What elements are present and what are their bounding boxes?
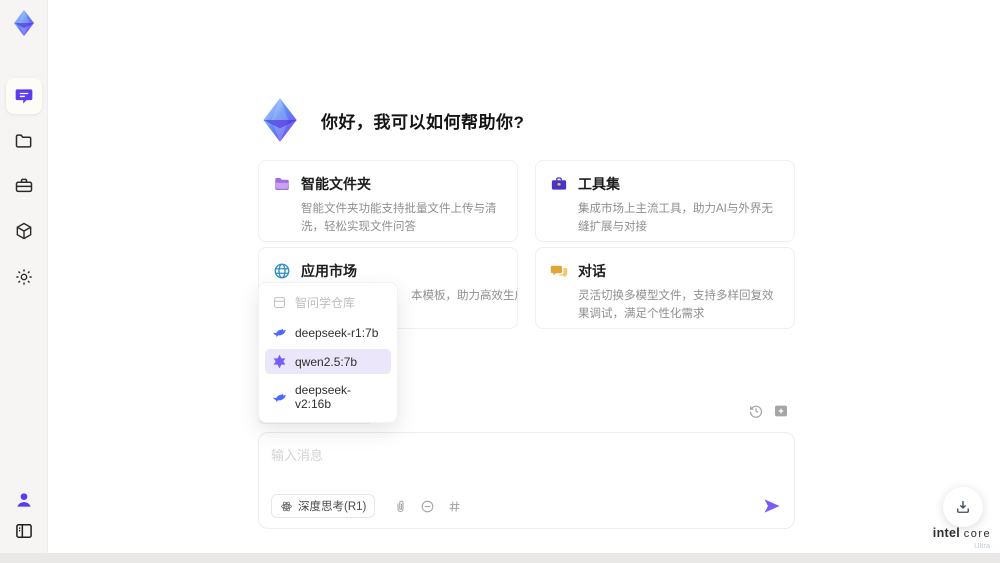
- attach-button[interactable]: [393, 499, 408, 514]
- send-icon: [764, 499, 780, 513]
- sidebar-item-chat[interactable]: [6, 78, 42, 114]
- user-icon: [17, 493, 31, 507]
- card-title: 对话: [578, 263, 606, 279]
- app-window: 你好，我可以如何帮助你? 智能文件夹 智能文件夹功能支持批量文件上传与清洗，轻松…: [0, 0, 1000, 563]
- greeting: 你好，我可以如何帮助你?: [255, 95, 524, 145]
- circle-dash-icon: [422, 500, 434, 512]
- new-window-button[interactable]: [773, 403, 789, 419]
- chat-actions: [748, 403, 789, 419]
- hash-grid-icon: [449, 500, 460, 512]
- card-desc: 集成市场上主流工具，助力AI与外界无缝扩展与对接: [578, 203, 773, 233]
- model-dropdown-header: 智问学仓库: [265, 289, 391, 316]
- sidebar-item-settings[interactable]: [6, 259, 42, 295]
- sidebar-item-folders[interactable]: [6, 123, 42, 159]
- download-icon: [957, 501, 969, 513]
- model-option-label: deepseek-r1:7b: [295, 325, 379, 340]
- briefcase-icon: [15, 178, 33, 193]
- panel-layout-icon: [16, 524, 32, 538]
- message-composer: 深度思考(R1): [258, 432, 795, 529]
- card-conversation[interactable]: 对话 灵活切换多模型文件，支持多样回复效果调试，满足个性化需求: [535, 247, 795, 329]
- folder-purple-icon: [275, 178, 289, 190]
- composer-toolbar: 深度思考(R1): [271, 494, 782, 518]
- greeting-title: 你好，我可以如何帮助你?: [321, 112, 525, 132]
- sidebar-item-toolbox[interactable]: [6, 168, 42, 204]
- history-button[interactable]: [748, 403, 764, 419]
- card-desc: 智能文件夹功能支持批量文件上传与清洗，轻松实现文件问答: [301, 203, 497, 233]
- toolbox-indigo-icon: [551, 177, 567, 190]
- card-smart-folder[interactable]: 智能文件夹 智能文件夹功能支持批量文件上传与清洗，轻松实现文件问答: [258, 160, 518, 242]
- intel-wordmark: intel: [932, 526, 960, 540]
- app-logo-icon: [14, 9, 34, 37]
- history-icon: [749, 405, 763, 418]
- bottom-bar: [0, 553, 1000, 563]
- mention-button[interactable]: [420, 499, 435, 514]
- sidebar: [0, 0, 48, 563]
- intel-core-badge: intel core Ultra: [926, 526, 998, 550]
- assistant-logo-icon: [263, 98, 297, 142]
- paperclip-icon: [397, 500, 404, 512]
- model-option-deepseek-v2[interactable]: deepseek-v2:16b: [265, 378, 391, 416]
- deepseek-icon: [273, 328, 286, 338]
- card-desc: 灵活切换多模型文件，支持多样回复效果调试，满足个性化需求: [578, 290, 774, 320]
- deep-think-toggle[interactable]: 深度思考(R1): [271, 494, 376, 518]
- square-plus-icon: [775, 405, 787, 417]
- card-title: 工具集: [578, 176, 620, 192]
- gear-icon: [16, 269, 32, 285]
- apps-grid-button[interactable]: [447, 499, 462, 514]
- core-wordmark: core: [963, 528, 992, 540]
- deep-think-label: 深度思考(R1): [298, 501, 367, 513]
- send-button[interactable]: [762, 496, 782, 516]
- card-title: 应用市场: [301, 263, 357, 279]
- model-dropdown: 智问学仓库 deepseek-r1:7b qwen2.5:7b deepseek…: [258, 282, 398, 423]
- model-option-qwen[interactable]: qwen2.5:7b: [265, 349, 391, 374]
- sidebar-item-models[interactable]: [6, 213, 42, 249]
- folder-icon: [15, 134, 32, 148]
- deepseek-icon: [273, 393, 286, 402]
- globe-icon: [274, 263, 290, 279]
- intel-tier-label: Ultra: [974, 541, 990, 550]
- model-option-label: qwen2.5:7b: [295, 354, 358, 369]
- cube-icon: [16, 222, 32, 240]
- chat-gold-icon: [550, 265, 568, 278]
- chat-bubble-icon: [15, 89, 33, 104]
- card-toolset[interactable]: 工具集 集成市场上主流工具，助力AI与外界无缝扩展与对接: [535, 160, 795, 242]
- model-dropdown-header-label: 智问学仓库: [295, 296, 356, 310]
- model-option-label: deepseek-v2:16b: [295, 383, 352, 411]
- model-option-deepseek-r1[interactable]: deepseek-r1:7b: [265, 320, 391, 345]
- card-title: 智能文件夹: [301, 176, 371, 192]
- qwen-icon: [273, 354, 286, 369]
- sidebar-collapse-button[interactable]: [6, 513, 42, 549]
- message-input[interactable]: [271, 445, 782, 485]
- download-button[interactable]: [943, 487, 983, 527]
- atom-icon: [281, 501, 292, 511]
- library-icon: [273, 296, 286, 309]
